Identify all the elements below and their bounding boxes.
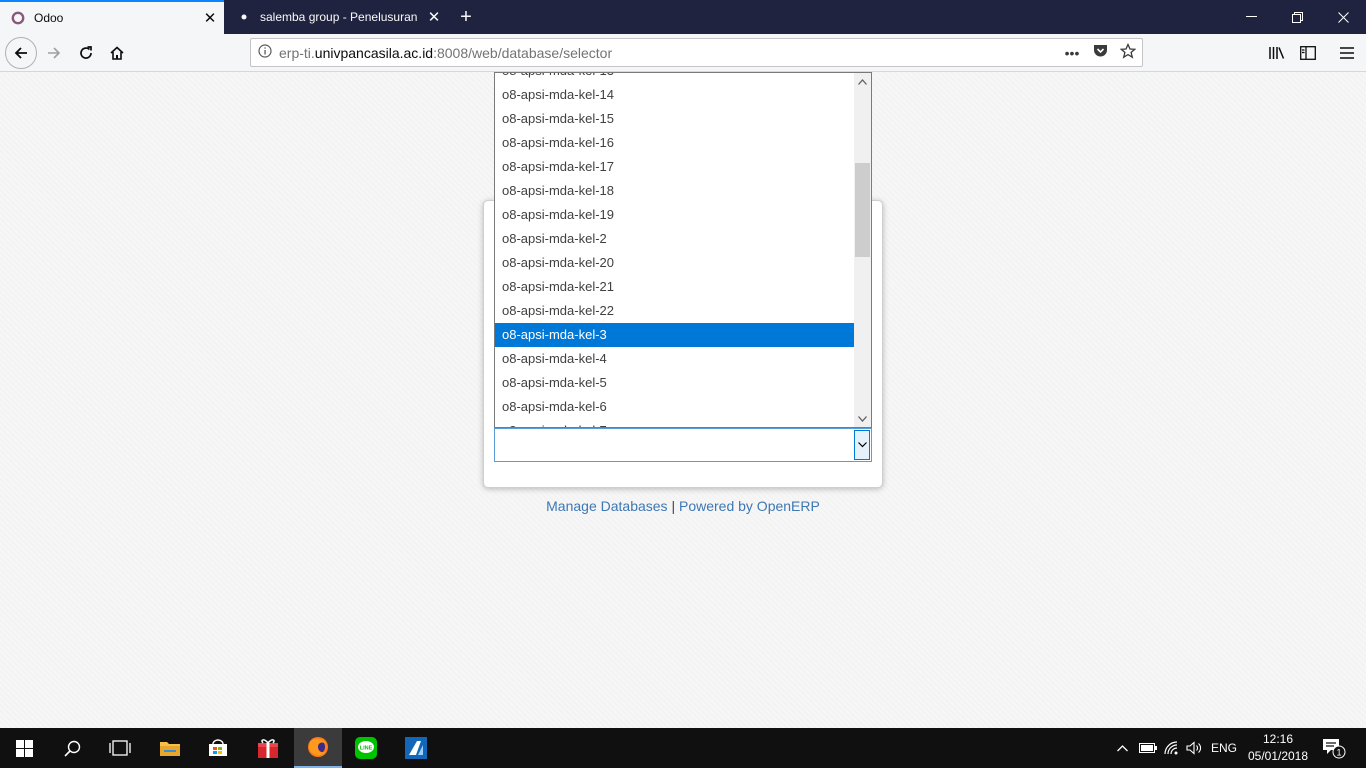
wifi-icon[interactable] — [1162, 728, 1182, 768]
database-option[interactable]: o8-apsi-mda-kel-7 — [495, 419, 854, 427]
url-bar[interactable]: erp-ti.univpancasila.ac.id:8008/web/data… — [250, 38, 1143, 67]
restore-icon[interactable] — [1274, 0, 1320, 34]
footer-separator: | — [671, 498, 676, 514]
url-text[interactable]: erp-ti.univpancasila.ac.id:8008/web/data… — [279, 45, 1058, 61]
tab-strip: Odoo ✕ salemba group - Penelusuran G ✕ + — [0, 0, 1366, 34]
info-icon[interactable] — [251, 44, 279, 61]
new-tab-button[interactable]: + — [452, 0, 480, 34]
database-option[interactable]: o8-apsi-mda-kel-21 — [495, 275, 854, 299]
reload-icon[interactable] — [70, 37, 102, 69]
database-option[interactable]: o8-apsi-mda-kel-15 — [495, 107, 854, 131]
back-icon[interactable] — [5, 37, 37, 69]
database-option[interactable]: o8-apsi-mda-kel-14 — [495, 83, 854, 107]
loading-dot-icon — [236, 9, 252, 25]
home-icon[interactable] — [101, 37, 133, 69]
bookmark-star-icon[interactable] — [1114, 42, 1142, 62]
tab-salemba[interactable]: salemba group - Penelusuran G ✕ — [226, 0, 448, 34]
database-option[interactable]: o8-apsi-mda-kel-17 — [495, 155, 854, 179]
language-indicator[interactable]: ENG — [1208, 728, 1240, 768]
line-app-icon[interactable]: LINE — [342, 728, 390, 768]
manage-databases-link[interactable]: Manage Databases — [546, 498, 667, 514]
file-explorer-icon[interactable] — [146, 728, 194, 768]
close-window-icon[interactable] — [1320, 0, 1366, 34]
database-select[interactable] — [494, 428, 872, 462]
chevron-down-icon[interactable] — [854, 430, 870, 460]
chevron-up-icon[interactable] — [1114, 728, 1130, 768]
tab-title: Odoo — [34, 11, 64, 25]
more-icon[interactable]: ••• — [1058, 45, 1086, 61]
firefox-icon[interactable] — [294, 728, 342, 768]
database-option[interactable]: o8-apsi-mda-kel-2 — [495, 227, 854, 251]
database-option[interactable]: o8-apsi-mda-kel-20 — [495, 251, 854, 275]
system-clock[interactable]: 12:16 05/01/2018 — [1246, 731, 1310, 765]
pocket-icon[interactable] — [1086, 44, 1114, 61]
powered-by-link[interactable]: Powered by OpenERP — [679, 498, 820, 514]
database-option[interactable]: o8-apsi-mda-kel-22 — [495, 299, 854, 323]
footer-links: Manage Databases | Powered by OpenERP — [0, 498, 1366, 514]
gift-app-icon[interactable] — [244, 728, 292, 768]
clock-date: 05/01/2018 — [1247, 749, 1309, 763]
store-icon[interactable] — [194, 728, 242, 768]
forward-icon[interactable] — [38, 37, 70, 69]
tab-odoo[interactable]: Odoo ✕ — [0, 0, 224, 34]
dropdown-scrollbar[interactable] — [854, 73, 871, 427]
database-option[interactable]: o8-apsi-mda-kel-13 — [495, 73, 854, 83]
battery-icon[interactable] — [1138, 728, 1158, 768]
library-icon[interactable] — [1261, 37, 1293, 69]
search-icon[interactable] — [48, 728, 96, 768]
pinned-app-icon[interactable] — [392, 728, 440, 768]
clock-time: 12:16 — [1262, 732, 1294, 746]
sidebar-icon[interactable] — [1292, 37, 1324, 69]
url-path: :8008/web/database/selector — [433, 44, 613, 61]
svg-text:LINE: LINE — [360, 746, 373, 752]
close-tab-icon[interactable]: ✕ — [420, 8, 448, 26]
database-option[interactable]: o8-apsi-mda-kel-3 — [495, 323, 854, 347]
navigation-toolbar: erp-ti.univpancasila.ac.id:8008/web/data… — [0, 34, 1366, 72]
database-option[interactable]: o8-apsi-mda-kel-6 — [495, 395, 854, 419]
odoo-icon — [10, 10, 26, 26]
scroll-down-icon[interactable] — [854, 410, 871, 427]
action-center-icon[interactable]: 1 — [1320, 728, 1348, 768]
database-option[interactable]: o8-apsi-mda-kel-4 — [495, 347, 854, 371]
database-option[interactable]: o8-apsi-mda-kel-16 — [495, 131, 854, 155]
dropdown-options: o8-apsi-mda-kel-13o8-apsi-mda-kel-14o8-a… — [495, 73, 854, 427]
database-option[interactable]: o8-apsi-mda-kel-18 — [495, 179, 854, 203]
database-option[interactable]: o8-apsi-mda-kel-5 — [495, 371, 854, 395]
task-view-icon[interactable] — [96, 728, 144, 768]
page-content: o8-apsi-mda-kel-13o8-apsi-mda-kel-14o8-a… — [0, 72, 1366, 728]
database-option[interactable]: o8-apsi-mda-kel-19 — [495, 203, 854, 227]
database-dropdown-list[interactable]: o8-apsi-mda-kel-13o8-apsi-mda-kel-14o8-a… — [494, 72, 872, 428]
scroll-up-icon[interactable] — [854, 73, 871, 90]
menu-icon[interactable] — [1331, 37, 1363, 69]
notification-count: 1 — [1336, 748, 1341, 758]
scrollbar-thumb[interactable] — [855, 163, 870, 257]
url-host: univpancasila.ac.id — [314, 44, 434, 61]
windows-taskbar: LINE ENG 12:16 05/01/2018 1 — [0, 728, 1366, 768]
minimize-icon[interactable] — [1228, 0, 1274, 34]
volume-icon[interactable] — [1185, 728, 1205, 768]
url-prefix: erp-ti. — [279, 44, 315, 61]
tab-title: salemba group - Penelusuran G — [260, 10, 420, 24]
close-tab-icon[interactable]: ✕ — [196, 9, 224, 27]
start-windows-icon[interactable] — [0, 728, 48, 768]
